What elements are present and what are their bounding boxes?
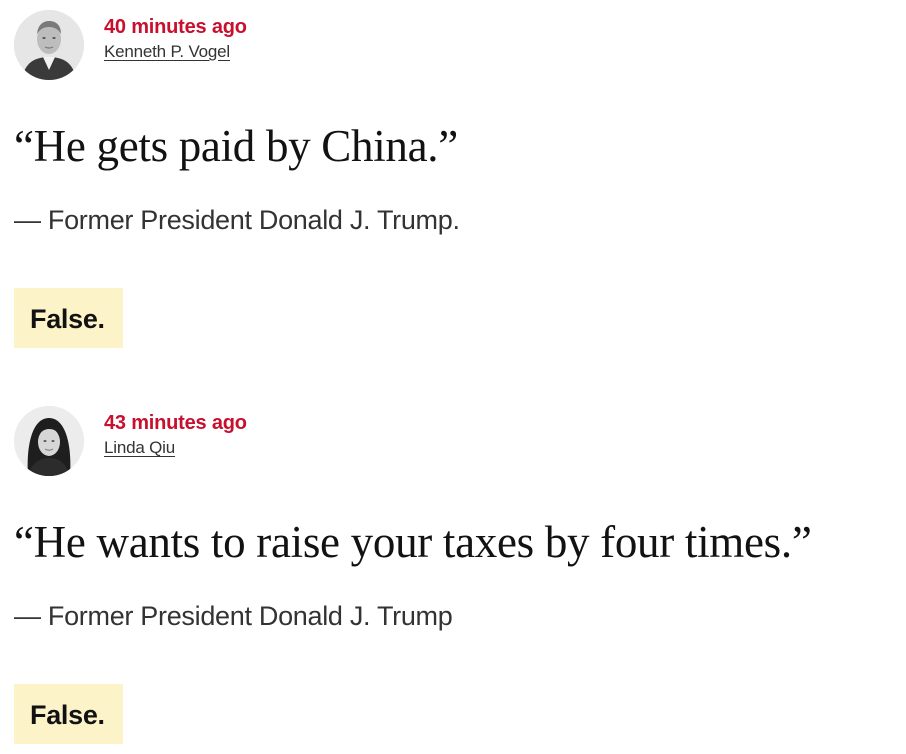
byline: 40 minutes ago Kenneth P. Vogel <box>14 10 614 80</box>
author-headshot-icon <box>14 10 84 80</box>
byline: 43 minutes ago Linda Qiu <box>14 406 614 476</box>
author-link[interactable]: Linda Qiu <box>104 436 247 460</box>
verdict-label: False. <box>14 288 123 348</box>
author-headshot-icon <box>14 406 84 476</box>
quote-text: “He gets paid by China.” <box>14 121 458 171</box>
author-link[interactable]: Kenneth P. Vogel <box>104 40 247 64</box>
quote-attribution: — Former President Donald J. Trump <box>14 601 453 631</box>
timestamp: 40 minutes ago <box>104 16 247 38</box>
author-avatar[interactable] <box>14 406 84 476</box>
timestamp: 43 minutes ago <box>104 412 247 434</box>
quote-text: “He wants to raise your taxes by four ti… <box>14 517 812 567</box>
author-avatar[interactable] <box>14 10 84 80</box>
byline-meta: 40 minutes ago Kenneth P. Vogel <box>104 14 247 64</box>
byline-meta: 43 minutes ago Linda Qiu <box>104 410 247 460</box>
quote-attribution: — Former President Donald J. Trump. <box>14 205 460 235</box>
verdict-label: False. <box>14 684 123 744</box>
